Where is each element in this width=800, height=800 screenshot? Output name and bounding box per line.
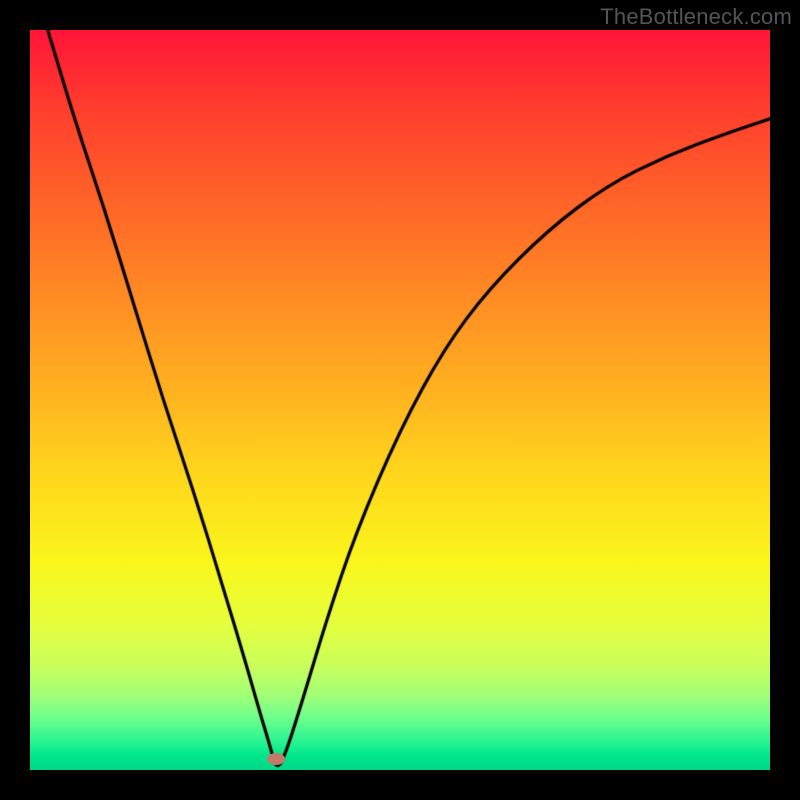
watermark-text: TheBottleneck.com (600, 4, 792, 30)
chart-plot-area (30, 30, 770, 770)
bottleneck-curve (30, 30, 770, 770)
optimal-point-marker (267, 753, 285, 765)
